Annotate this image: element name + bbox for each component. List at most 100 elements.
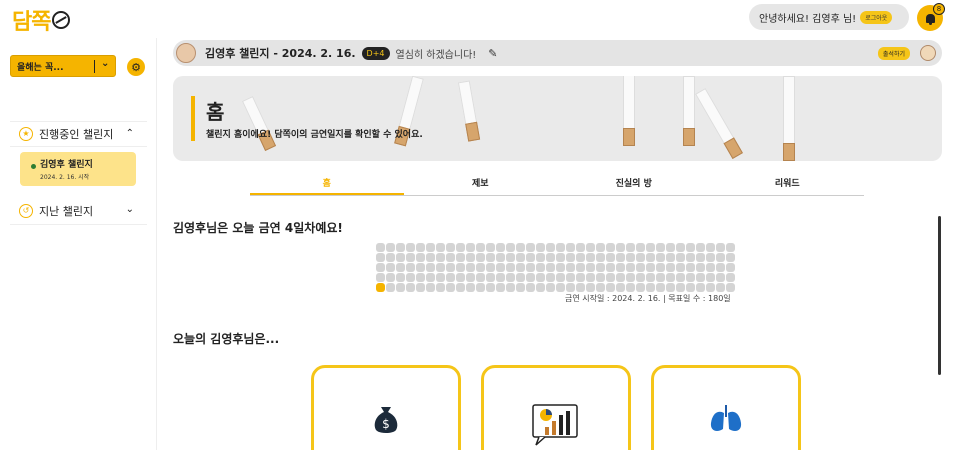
day-cell	[546, 283, 555, 292]
day-cell	[466, 283, 475, 292]
settings-button[interactable]: ⚙	[127, 58, 145, 76]
day-cell	[686, 273, 695, 282]
day-cell	[516, 243, 525, 252]
bell-icon	[925, 13, 935, 25]
stats-card[interactable]	[481, 365, 631, 450]
day-cell	[476, 243, 485, 252]
tab-reward[interactable]: 리워드	[711, 170, 865, 195]
day-cell	[696, 273, 705, 282]
day-cell	[596, 283, 605, 292]
day-cell	[456, 243, 465, 252]
day-cell	[406, 253, 415, 262]
day-cell	[616, 283, 625, 292]
savings-card[interactable]: $	[311, 365, 461, 450]
day-cell	[486, 243, 495, 252]
day-cell	[496, 263, 505, 272]
chevron-up-icon: ⌃	[125, 128, 134, 139]
day-cell	[406, 283, 415, 292]
day-cell	[726, 273, 735, 282]
dday-badge: D+4	[361, 46, 390, 60]
day-cell	[716, 283, 725, 292]
tab-report[interactable]: 제보	[404, 170, 558, 195]
day-cell	[396, 273, 405, 282]
day-cell	[476, 283, 485, 292]
today-headline: 오늘의 김영후님은...	[173, 332, 280, 346]
day-cell	[516, 253, 525, 262]
day-cell	[416, 283, 425, 292]
app-logo[interactable]: 담쪽	[12, 6, 71, 35]
day-cell	[466, 253, 475, 262]
day-cell	[686, 243, 695, 252]
tab-truth-room[interactable]: 진실의 방	[557, 170, 711, 195]
day-cell	[676, 263, 685, 272]
day-cell	[726, 283, 735, 292]
svg-text:$: $	[382, 417, 390, 431]
day-cell	[406, 263, 415, 272]
day-cell	[576, 263, 585, 272]
day-cell	[546, 243, 555, 252]
day-cell	[426, 243, 435, 252]
day-cell	[566, 253, 575, 262]
day-cell	[626, 243, 635, 252]
day-cell	[526, 273, 535, 282]
main-scrollbar[interactable]	[938, 216, 941, 375]
lung-health-card[interactable]	[651, 365, 801, 450]
notification-count: 8	[933, 3, 945, 15]
day-cell-completed	[376, 283, 385, 292]
day-cell	[676, 273, 685, 282]
select-divider	[94, 60, 95, 73]
day-cell	[606, 273, 615, 282]
challenge-title: 김영후 챌린지 - 2024. 2. 16.	[205, 47, 356, 60]
day-cell	[486, 283, 495, 292]
day-cell	[716, 263, 725, 272]
day-cell	[396, 263, 405, 272]
attend-button[interactable]: 출석하기	[877, 47, 910, 60]
day-cell	[506, 283, 515, 292]
day-cell	[646, 263, 655, 272]
tab-home[interactable]: 홈	[250, 170, 404, 195]
day-cell	[726, 253, 735, 262]
day-cell	[386, 253, 395, 262]
day-cell	[626, 283, 635, 292]
progress-caption: 금연 시작일 : 2024. 2. 16. | 목표일 수 : 180일	[565, 294, 731, 303]
cigarette-image	[683, 76, 695, 146]
notification-button[interactable]: 8	[917, 3, 945, 31]
day-cell	[706, 253, 715, 262]
day-cell	[716, 253, 725, 262]
day-cell	[576, 253, 585, 262]
day-cell	[696, 243, 705, 252]
day-cell	[586, 253, 595, 262]
day-cell	[416, 243, 425, 252]
user-greeting: 안녕하세요! 김영후 님! 로그아웃	[749, 4, 909, 30]
sidebar-item-current-challenge[interactable]: 김영후 챌린지 2024. 2. 16. 시작	[20, 152, 136, 186]
active-status-dot	[31, 164, 36, 169]
edit-icon[interactable]: ✎	[488, 47, 497, 60]
day-cell	[516, 263, 525, 272]
day-cell	[596, 243, 605, 252]
day-cell	[696, 253, 705, 262]
day-cell	[566, 263, 575, 272]
day-cell	[536, 253, 545, 262]
ongoing-challenges-toggle[interactable]: ★ 진행중인 챌린지 ⌃	[10, 121, 147, 147]
day-cell	[386, 243, 395, 252]
day-cell	[676, 253, 685, 262]
day-cell	[536, 263, 545, 272]
past-challenges-toggle[interactable]: ↺ 지난 챌린지 ⌄	[10, 198, 147, 225]
day-cell	[666, 243, 675, 252]
day-cell	[576, 243, 585, 252]
day-cell	[426, 283, 435, 292]
day-cell	[676, 283, 685, 292]
logout-button[interactable]: 로그아웃	[860, 10, 893, 24]
day-cell	[376, 243, 385, 252]
day-cell	[666, 253, 675, 262]
day-cell	[506, 243, 515, 252]
quit-day-headline: 김영후님은 오늘 금연 4일차예요!	[173, 221, 343, 235]
day-cell	[616, 273, 625, 282]
history-icon: ↺	[19, 204, 33, 218]
day-cell	[586, 243, 595, 252]
day-cell	[686, 283, 695, 292]
day-cell	[556, 243, 565, 252]
challenge-select[interactable]: 올해는 꼭... ⌄	[10, 55, 116, 77]
day-cell	[716, 243, 725, 252]
day-cell	[506, 253, 515, 262]
